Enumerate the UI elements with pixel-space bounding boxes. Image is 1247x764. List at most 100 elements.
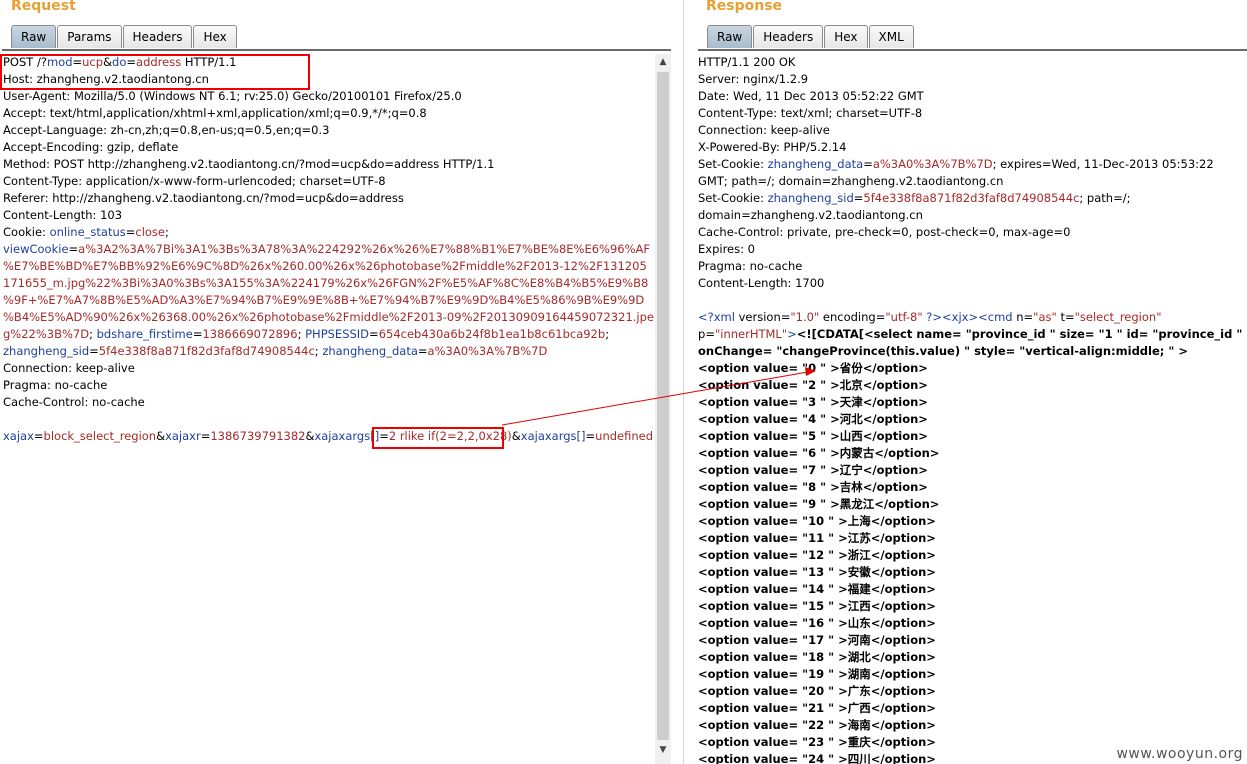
text-segment: = — [585, 429, 596, 443]
text-segment: Expires: 0 — [698, 242, 755, 256]
request-line — [3, 411, 672, 428]
option-value: 14 — [808, 582, 825, 596]
option-value: 20 — [808, 684, 825, 698]
option-value: 9 — [808, 497, 817, 511]
response-line: Cache-Control: private, pre-check=0, pos… — [698, 224, 1218, 241]
request-line: Method: POST http://zhangheng.v2.taodian… — [3, 156, 672, 173]
text-segment: ; — [297, 327, 306, 341]
option-close: </option> — [870, 565, 936, 579]
option-line: <option value= "14 " >福建</option> — [698, 581, 1218, 598]
option-line: <option value= "22 " >海南</option> — [698, 717, 1218, 734]
tab-raw[interactable]: Raw — [707, 25, 753, 48]
option-label: 湖南 — [847, 667, 871, 681]
text-segment: xajaxargs[] — [520, 429, 586, 443]
request-line: Cache-Control: no-cache — [3, 394, 672, 411]
option-prefix: <option value= " — [698, 633, 809, 647]
highlight-box-payload — [372, 427, 504, 449]
request-line: zhangheng_sid=5f4e338f8a871f82d3faf8d749… — [3, 343, 672, 360]
option-value: 17 — [808, 633, 825, 647]
text-segment: = — [1023, 310, 1034, 324]
text-segment: cmd — [987, 310, 1013, 324]
response-raw-viewer[interactable]: HTTP/1.1 200 OK Server: nginx/1.2.9 Date: … — [698, 54, 1242, 764]
text-segment: xajax — [3, 429, 34, 443]
option-prefix: <option value= " — [698, 548, 809, 562]
option-label: 河南 — [847, 633, 871, 647]
text-segment: > — [787, 327, 797, 341]
text-segment: Accept-Encoding: gzip, deflate — [3, 140, 179, 154]
option-value: 18 — [808, 650, 825, 664]
option-mid: " > — [816, 446, 840, 460]
request-line: Accept-Language: zh-cn,zh;q=0.8,en-us;q=… — [3, 122, 672, 139]
tab-raw[interactable]: Raw — [11, 25, 57, 48]
request-line: %9F+%E7%A7%8B%E5%AD%A3%E7%94%B7%E9%9E%8B… — [3, 292, 672, 309]
option-value: 2 — [808, 378, 817, 392]
tab-headers[interactable]: Headers — [122, 25, 193, 48]
tab-params[interactable]: Params — [57, 25, 122, 48]
option-prefix: <option value= " — [698, 412, 809, 426]
request-line: %B4%E5%AD%90%26x%26368.00%26x%26photobas… — [3, 309, 672, 326]
option-value: 5 — [808, 429, 817, 443]
option-value: 7 — [808, 463, 817, 477]
tab-hex[interactable]: Hex — [193, 25, 237, 48]
option-prefix: <option value= " — [698, 582, 809, 596]
option-line: <option value= "17 " >河南</option> — [698, 632, 1218, 649]
response-line: X-Powered-By: PHP/5.2.14 — [698, 139, 1218, 156]
option-line: <option value= "12 " >浙江</option> — [698, 547, 1218, 564]
option-mid: " > — [816, 497, 840, 511]
option-close: </option> — [862, 480, 928, 494]
text-segment: HTTP/1.1 200 OK — [698, 55, 796, 69]
text-segment: "utf-8" — [885, 310, 923, 324]
text-segment: ; expires=Wed, 11-Dec-2013 05:53:22 — [992, 157, 1214, 171]
response-line: Content-Length: 1700 — [698, 275, 1218, 292]
option-mid: " > — [824, 701, 848, 715]
text-segment: undefined — [595, 429, 654, 443]
option-close: </option> — [870, 735, 936, 749]
response-title: Response — [706, 0, 783, 14]
option-value: 16 — [808, 616, 825, 630]
option-close: </option> — [874, 497, 940, 511]
scroll-up-arrow-icon[interactable]: ▲ — [655, 54, 671, 70]
option-close: </option> — [870, 531, 936, 545]
scrollbar-thumb[interactable] — [657, 72, 669, 740]
text-segment: = — [68, 242, 79, 256]
request-line: 171655_m.jpg%22%3Bi%3A0%3Bs%3A155%3A%224… — [3, 275, 672, 292]
option-label: 海南 — [847, 718, 871, 732]
text-segment: close — [135, 225, 165, 239]
response-tab-underline — [698, 49, 1247, 51]
tab-hex[interactable]: Hex — [824, 25, 868, 48]
text-segment: = — [89, 344, 99, 358]
text-segment: %9F+%E7%A7%8B%E5%AD%A3%E7%94%B7%E9%9E%8B… — [3, 293, 645, 307]
request-line: Accept-Encoding: gzip, deflate — [3, 139, 672, 156]
option-prefix: <option value= " — [698, 429, 809, 443]
tab-headers[interactable]: Headers — [753, 25, 824, 48]
option-prefix: <option value= " — [698, 565, 809, 579]
option-line: <option value= "20 " >广东</option> — [698, 683, 1218, 700]
option-close: </option> — [870, 650, 936, 664]
option-prefix: <option value= " — [698, 599, 809, 613]
option-prefix: <option value= " — [698, 701, 809, 715]
pane-splitter[interactable] — [672, 0, 696, 764]
text-segment: Cookie: — [3, 225, 50, 239]
text-segment: & — [156, 429, 166, 443]
option-mid: " > — [816, 463, 840, 477]
text-segment: 1386669072896 — [202, 327, 298, 341]
text-segment: Accept: text/html,application/xhtml+xml,… — [3, 106, 427, 120]
text-segment: a%3A0%3A%7B%7D — [872, 157, 993, 171]
option-close: </option> — [870, 667, 936, 681]
option-close: </option> — [870, 616, 936, 630]
tab-xml[interactable]: XML — [868, 25, 914, 48]
text-segment: viewCookie — [3, 242, 69, 256]
text-segment: User-Agent: Mozilla/5.0 (Windows NT 6.1;… — [3, 89, 462, 103]
request-line: Pragma: no-cache — [3, 377, 672, 394]
option-close: </option> — [870, 684, 936, 698]
response-line: GMT; path=/; domain=zhangheng.v2.taodian… — [698, 173, 1218, 190]
request-raw-editor[interactable]: POST /?mod=ucp&do=address HTTP/1.1 Host: … — [3, 54, 672, 764]
text-segment: ; — [89, 327, 97, 341]
text-segment: xjx — [951, 310, 969, 324]
response-line: Server: nginx/1.2.9 — [698, 71, 1218, 88]
text-segment: 654ceb430a6b24f8b1ea1b8c61bca92b — [378, 327, 606, 341]
option-value: 21 — [808, 701, 825, 715]
option-prefix: <option value= " — [698, 684, 809, 698]
request-scrollbar[interactable]: ▲ ▼ — [655, 54, 671, 764]
scroll-down-arrow-icon[interactable]: ▼ — [655, 742, 671, 758]
